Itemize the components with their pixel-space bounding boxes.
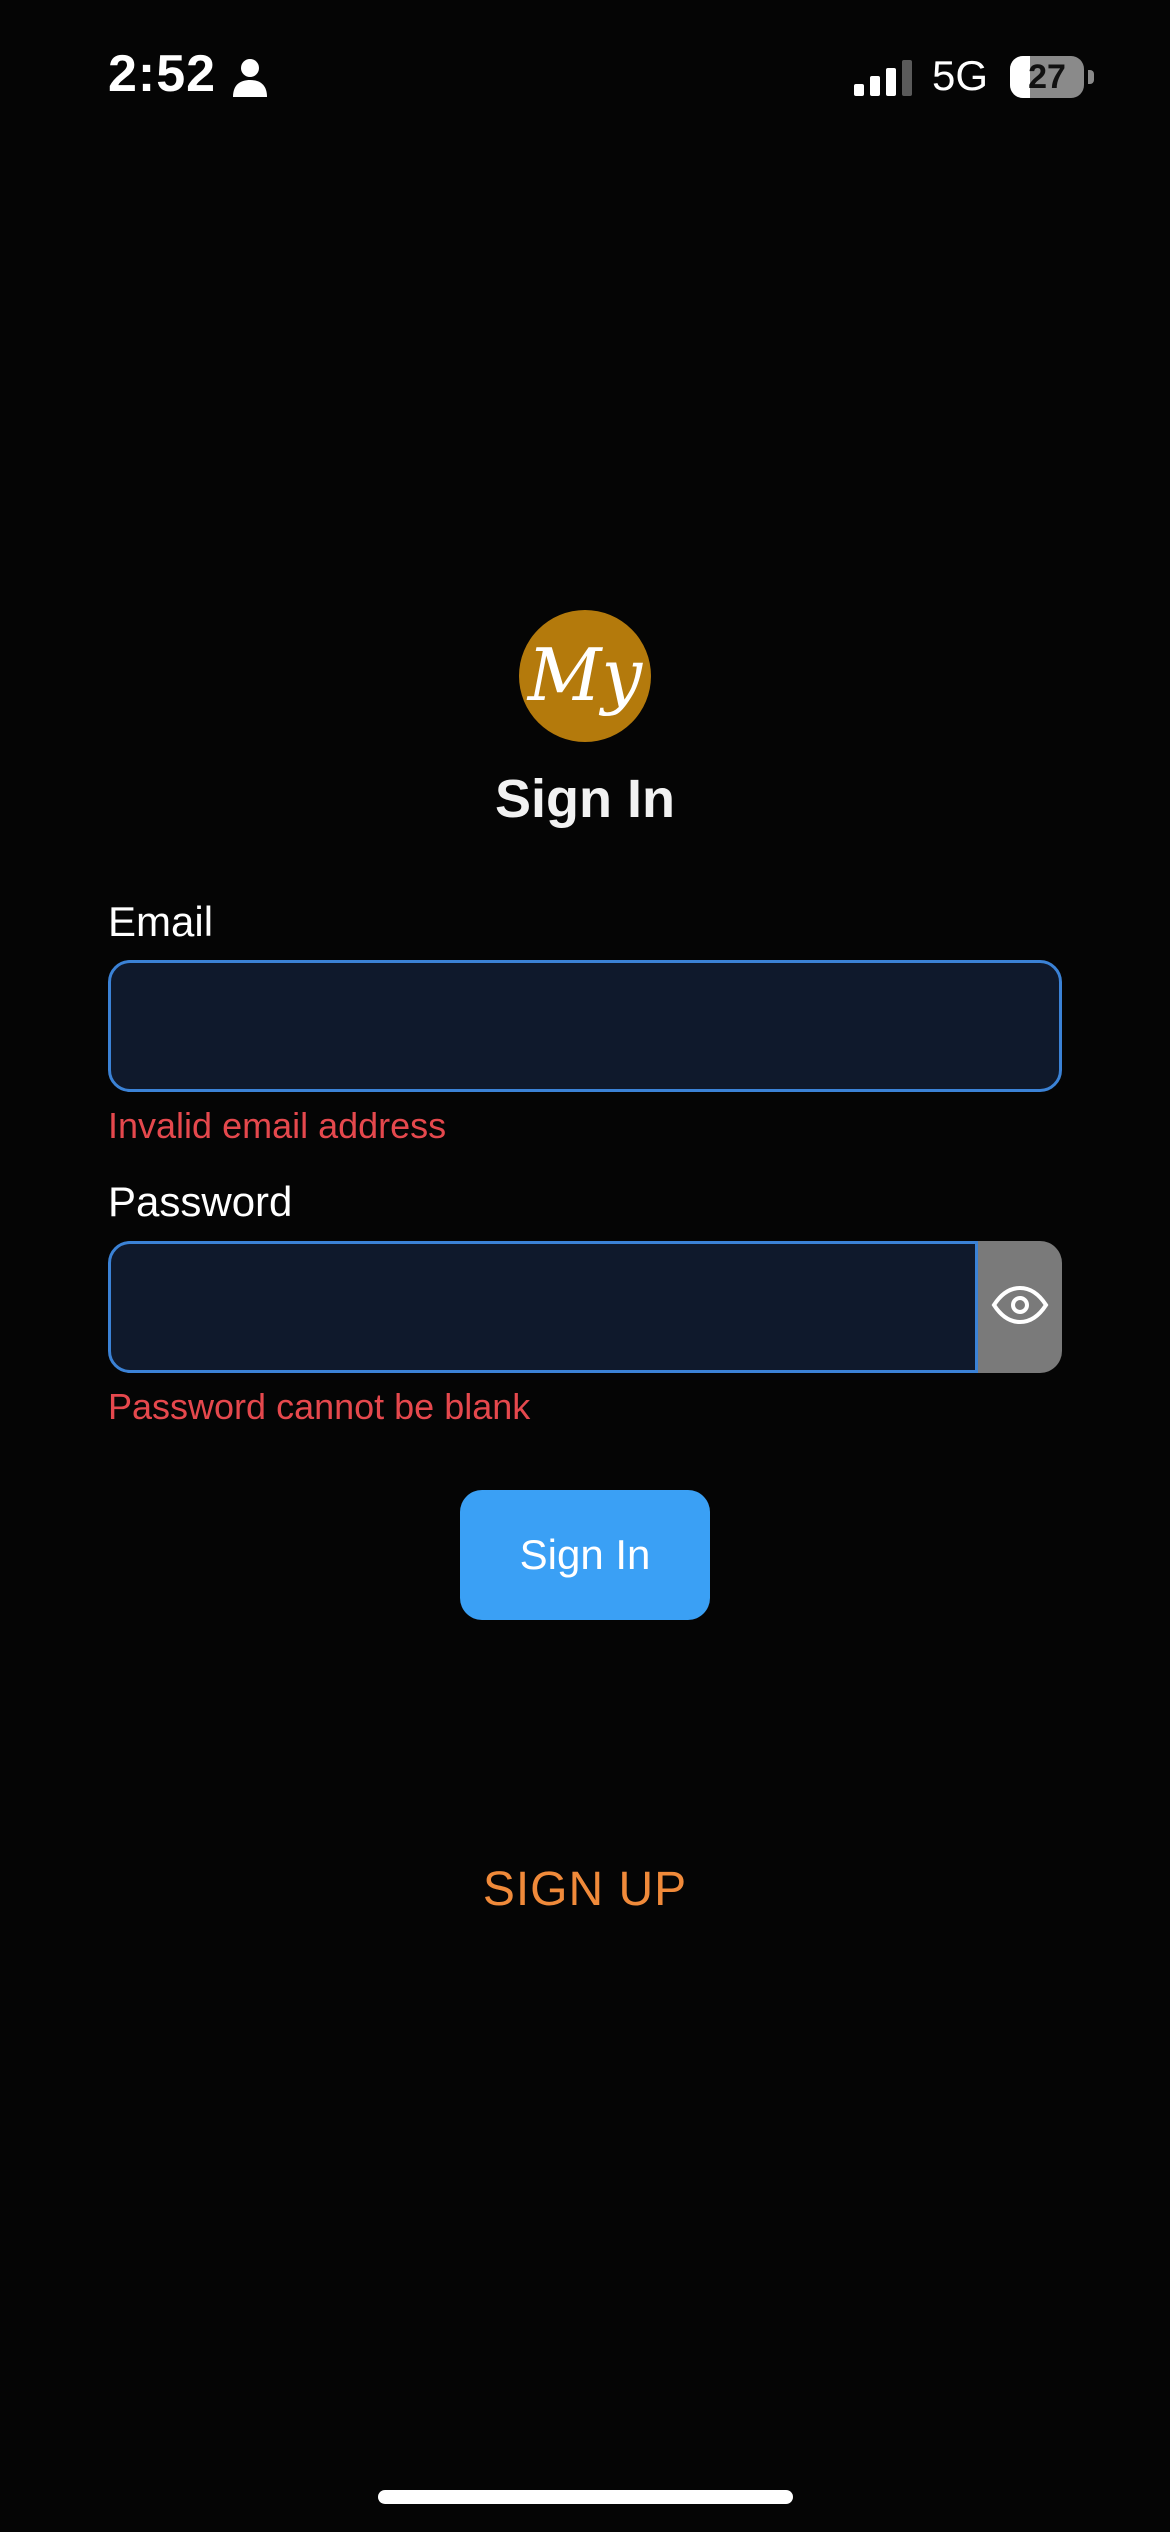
- password-label: Password: [108, 1178, 293, 1225]
- sign-in-button[interactable]: Sign In: [460, 1490, 710, 1620]
- person-icon: [232, 58, 268, 98]
- password-visibility-toggle[interactable]: [978, 1241, 1062, 1373]
- app-logo: My: [519, 610, 651, 742]
- status-bar: 2:52 5G 27: [0, 0, 1170, 150]
- sign-up-link[interactable]: SIGN UP: [0, 1862, 1170, 1917]
- eye-icon: [991, 1285, 1049, 1330]
- battery-level: 27: [1028, 58, 1066, 96]
- password-field[interactable]: [108, 1241, 978, 1373]
- page-title: Sign In: [495, 769, 675, 829]
- battery-cap: [1088, 70, 1094, 84]
- home-indicator[interactable]: [378, 2490, 793, 2504]
- password-error: Password cannot be blank: [108, 1386, 531, 1427]
- email-error: Invalid email address: [108, 1105, 447, 1146]
- email-label: Email: [108, 898, 214, 945]
- network-label: 5G: [932, 52, 989, 99]
- signal-icon: [854, 60, 914, 96]
- status-time: 2:52: [108, 45, 217, 103]
- email-field[interactable]: [108, 960, 1062, 1092]
- battery-icon: 27: [1010, 56, 1084, 98]
